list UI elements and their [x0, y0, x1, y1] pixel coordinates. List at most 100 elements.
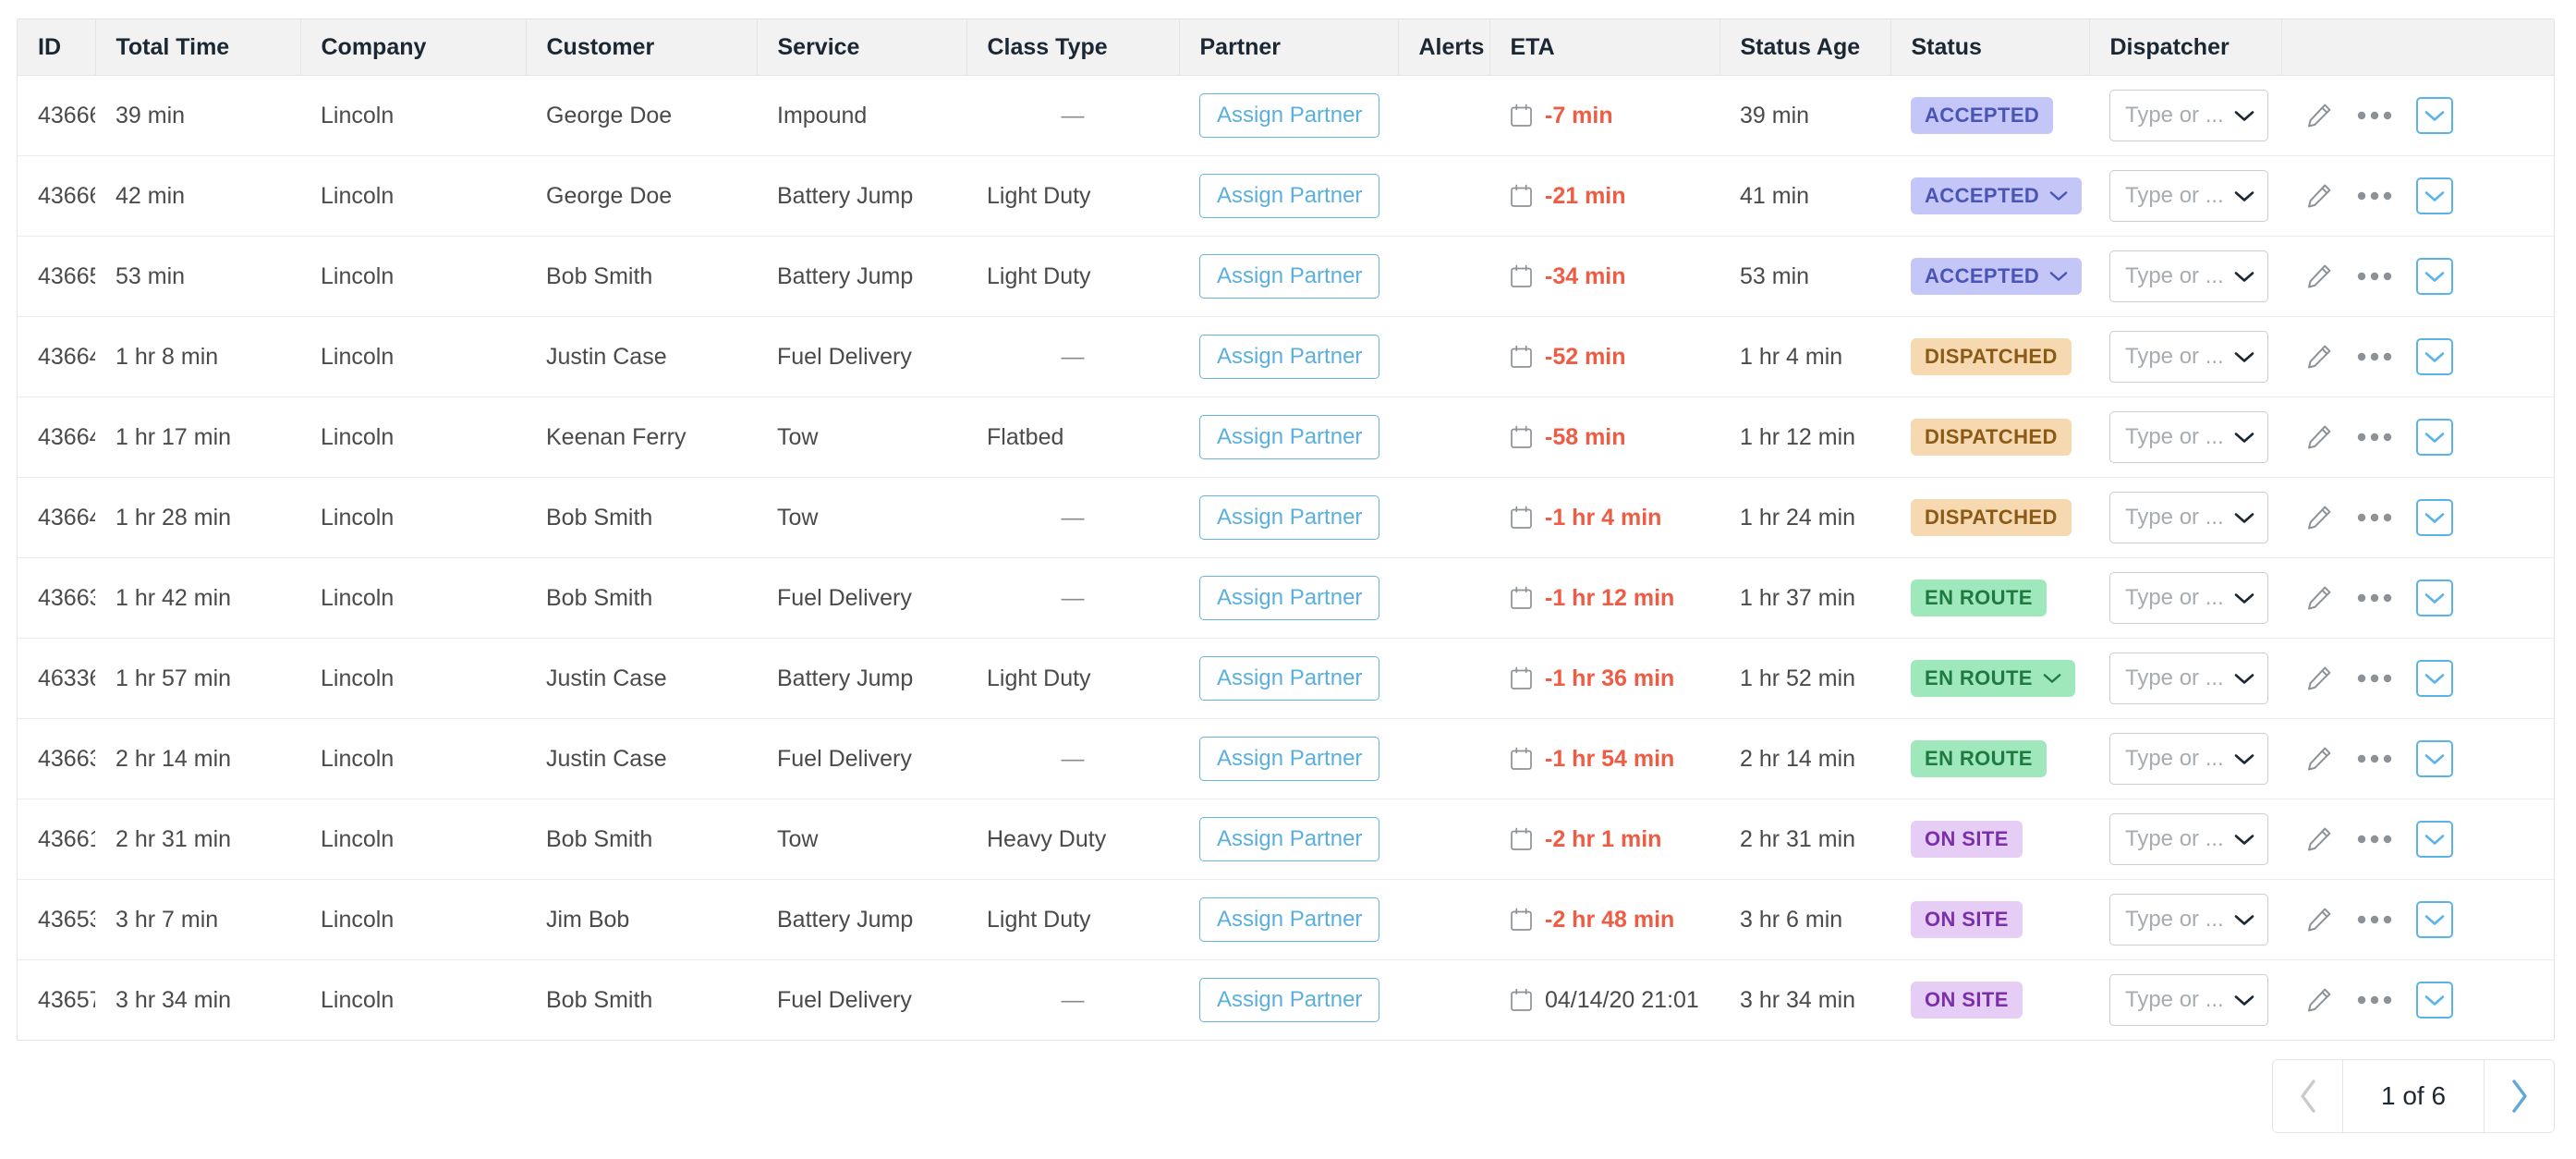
- edit-row-button[interactable]: [2305, 423, 2333, 451]
- status-badge[interactable]: ACCEPTED: [1911, 177, 2083, 214]
- column-header-status[interactable]: Status: [1890, 19, 2090, 76]
- row-more-menu-button[interactable]: [2357, 754, 2392, 763]
- edit-row-button[interactable]: [2305, 262, 2333, 290]
- cell-customer: Keenan Ferry: [526, 396, 757, 478]
- column-header-customer[interactable]: Customer: [526, 19, 758, 76]
- dispatcher-select[interactable]: Type or ...: [2109, 170, 2268, 222]
- status-badge[interactable]: ON SITE: [1911, 982, 2023, 1019]
- column-header-dispatcher[interactable]: Dispatcher: [2089, 19, 2282, 76]
- status-badge[interactable]: ACCEPTED: [1911, 258, 2083, 295]
- edit-row-button[interactable]: [2305, 906, 2333, 933]
- assign-partner-button[interactable]: Assign Partner: [1199, 656, 1380, 701]
- column-header-service[interactable]: Service: [757, 19, 967, 76]
- dispatcher-select[interactable]: Type or ...: [2109, 572, 2268, 624]
- table-row[interactable]: 43665253 minLincolnBob SmithBattery Jump…: [18, 236, 2554, 317]
- status-badge[interactable]: EN ROUTE: [1911, 580, 2047, 616]
- assign-partner-button[interactable]: Assign Partner: [1199, 897, 1380, 942]
- table-row[interactable]: 4366361 hr 42 minLincolnBob SmithFuel De…: [18, 557, 2554, 639]
- row-more-menu-button[interactable]: [2357, 674, 2392, 683]
- expand-row-button[interactable]: [2416, 821, 2453, 858]
- status-badge[interactable]: DISPATCHED: [1911, 419, 2072, 456]
- status-badge[interactable]: EN ROUTE: [1911, 740, 2047, 777]
- pagination-next-button[interactable]: [2484, 1060, 2554, 1132]
- dispatcher-select[interactable]: Type or ...: [2109, 90, 2268, 141]
- table-row[interactable]: 43666542 minLincolnGeorge DoeBattery Jum…: [18, 155, 2554, 237]
- expand-row-button[interactable]: [2416, 258, 2453, 295]
- table-row[interactable]: 4366461 hr 17 minLincolnKeenan FerryTowF…: [18, 396, 2554, 478]
- row-more-menu-button[interactable]: [2357, 272, 2392, 281]
- dispatcher-select[interactable]: Type or ...: [2109, 331, 2268, 383]
- edit-row-button[interactable]: [2305, 182, 2333, 210]
- expand-row-button[interactable]: [2416, 499, 2453, 536]
- column-header-id[interactable]: ID: [18, 19, 96, 76]
- row-more-menu-button[interactable]: [2357, 191, 2392, 201]
- column-header-total-time[interactable]: Total Time: [95, 19, 301, 76]
- row-more-menu-button[interactable]: [2357, 593, 2392, 603]
- dispatcher-select[interactable]: Type or ...: [2109, 250, 2268, 302]
- dispatcher-select[interactable]: Type or ...: [2109, 813, 2268, 865]
- assign-partner-button[interactable]: Assign Partner: [1199, 174, 1380, 218]
- edit-row-button[interactable]: [2305, 504, 2333, 531]
- edit-row-button[interactable]: [2305, 986, 2333, 1014]
- status-badge[interactable]: DISPATCHED: [1911, 499, 2072, 536]
- assign-partner-button[interactable]: Assign Partner: [1199, 737, 1380, 781]
- assign-partner-button[interactable]: Assign Partner: [1199, 817, 1380, 861]
- status-badge[interactable]: DISPATCHED: [1911, 338, 2072, 375]
- assign-partner-button[interactable]: Assign Partner: [1199, 978, 1380, 1022]
- column-header-alerts[interactable]: Alerts: [1398, 19, 1490, 76]
- status-badge[interactable]: ON SITE: [1911, 901, 2023, 938]
- assign-partner-button[interactable]: Assign Partner: [1199, 576, 1380, 620]
- expand-row-button[interactable]: [2416, 660, 2453, 697]
- row-more-menu-button[interactable]: [2357, 835, 2392, 844]
- row-more-menu-button[interactable]: [2357, 433, 2392, 442]
- table-row[interactable]: 4366411 hr 28 minLincolnBob SmithTow— Ass…: [18, 477, 2554, 558]
- row-more-menu-button[interactable]: [2357, 513, 2392, 522]
- table-row[interactable]: 436570 3 hr 34 min Lincoln Bob Smith Fuel De…: [18, 960, 2554, 1041]
- assign-partner-button[interactable]: Assign Partner: [1199, 495, 1380, 540]
- dispatcher-select[interactable]: Type or ...: [2109, 894, 2268, 946]
- edit-row-button[interactable]: [2305, 665, 2333, 692]
- table-row[interactable]: 43666739 minLincolnGeorge DoeImpound—Ass…: [18, 75, 2554, 156]
- assign-partner-button[interactable]: Assign Partner: [1199, 93, 1380, 138]
- dispatcher-select[interactable]: Type or ...: [2109, 733, 2268, 785]
- dispatcher-select[interactable]: Type or ...: [2109, 411, 2268, 463]
- expand-row-button[interactable]: [2416, 580, 2453, 616]
- expand-row-button[interactable]: [2416, 419, 2453, 456]
- row-more-menu-button[interactable]: [2357, 352, 2392, 361]
- edit-row-button[interactable]: [2305, 343, 2333, 371]
- status-badge[interactable]: ON SITE: [1911, 821, 2023, 858]
- dispatcher-select[interactable]: Type or ...: [2109, 653, 2268, 704]
- table-row[interactable]: 4366481 hr 8 minLincolnJustin CaseFuel D…: [18, 316, 2554, 397]
- expand-row-button[interactable]: [2416, 982, 2453, 1019]
- row-more-menu-button[interactable]: [2357, 111, 2392, 120]
- expand-row-button[interactable]: [2416, 338, 2453, 375]
- column-header-status-age[interactable]: Status Age: [1719, 19, 1891, 76]
- dispatcher-select[interactable]: Type or ...: [2109, 974, 2268, 1026]
- column-header-company[interactable]: Company: [300, 19, 527, 76]
- edit-row-button[interactable]: [2305, 745, 2333, 773]
- column-header-class-type[interactable]: Class Type: [966, 19, 1180, 76]
- assign-partner-button[interactable]: Assign Partner: [1199, 415, 1380, 459]
- edit-row-button[interactable]: [2305, 584, 2333, 612]
- edit-row-button[interactable]: [2305, 102, 2333, 129]
- table-row[interactable]: 4366322 hr 14 minLincolnJustin CaseFuel …: [18, 718, 2554, 799]
- row-more-menu-button[interactable]: [2357, 915, 2392, 924]
- expand-row-button[interactable]: [2416, 97, 2453, 134]
- column-header-eta[interactable]: ETA: [1489, 19, 1720, 76]
- assign-partner-button[interactable]: Assign Partner: [1199, 254, 1380, 299]
- table-row[interactable]: 4633661 hr 57 minLincolnJustin CaseBatte…: [18, 638, 2554, 719]
- table-row[interactable]: 4366172 hr 31 minLincolnBob SmithTowHeav…: [18, 799, 2554, 880]
- table-row[interactable]: 4365363 hr 7 minLincolnJim BobBattery Ju…: [18, 879, 2554, 960]
- dispatcher-select[interactable]: Type or ...: [2109, 492, 2268, 543]
- pagination-prev-button[interactable]: [2273, 1060, 2343, 1132]
- cell-status-age: 1 hr 37 min: [1719, 557, 1890, 639]
- expand-row-button[interactable]: [2416, 901, 2453, 938]
- assign-partner-button[interactable]: Assign Partner: [1199, 335, 1380, 379]
- row-more-menu-button[interactable]: [2357, 995, 2392, 1005]
- column-header-partner[interactable]: Partner: [1179, 19, 1399, 76]
- edit-row-button[interactable]: [2305, 825, 2333, 853]
- expand-row-button[interactable]: [2416, 177, 2453, 214]
- status-badge[interactable]: ACCEPTED: [1911, 97, 2054, 134]
- expand-row-button[interactable]: [2416, 740, 2453, 777]
- status-badge[interactable]: EN ROUTE: [1911, 660, 2075, 697]
